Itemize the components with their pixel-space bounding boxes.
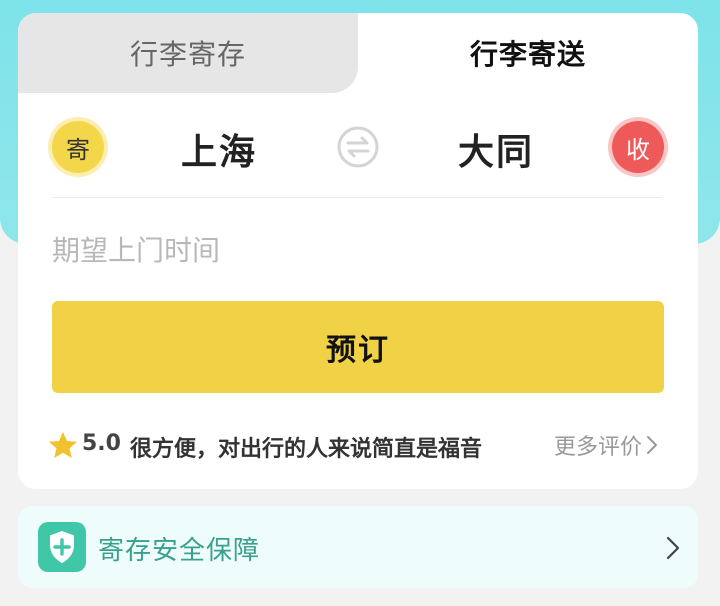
safety-guarantee-label: 寄存安全保障: [98, 536, 261, 566]
from-city[interactable]: 上海: [139, 123, 299, 175]
route-selector: 寄 上海 大同 收: [18, 109, 698, 199]
tab-luggage-delivery[interactable]: 行李寄送: [358, 13, 698, 93]
receive-badge: 收: [612, 121, 664, 173]
shield-plus-icon: [38, 522, 86, 572]
tab-luggage-storage[interactable]: 行李寄存: [18, 13, 358, 93]
booking-card: 行李寄存 行李寄送 寄 上海 大同 收 预订 5.0 很方便，对出行的人来说简直…: [18, 13, 698, 489]
review-summary: 5.0 很方便，对出行的人来说简直是福音 更多评价: [48, 427, 668, 463]
to-city[interactable]: 大同: [416, 123, 576, 175]
swap-icon[interactable]: [336, 125, 380, 169]
safety-guarantee-banner[interactable]: 寄存安全保障: [18, 506, 698, 588]
chevron-right-icon: [666, 536, 680, 560]
rating-score: 5.0: [82, 431, 121, 456]
divider: [52, 197, 662, 198]
chevron-right-icon: [647, 436, 658, 454]
service-tabs: 行李寄存 行李寄送: [18, 13, 698, 93]
star-icon: [49, 432, 77, 458]
more-reviews-link[interactable]: 更多评价: [554, 429, 658, 461]
more-reviews-label: 更多评价: [554, 435, 643, 460]
pickup-time-input[interactable]: [52, 225, 662, 275]
send-badge: 寄: [52, 121, 104, 173]
review-text: 很方便，对出行的人来说简直是福音: [130, 437, 483, 462]
book-button[interactable]: 预订: [52, 301, 664, 393]
